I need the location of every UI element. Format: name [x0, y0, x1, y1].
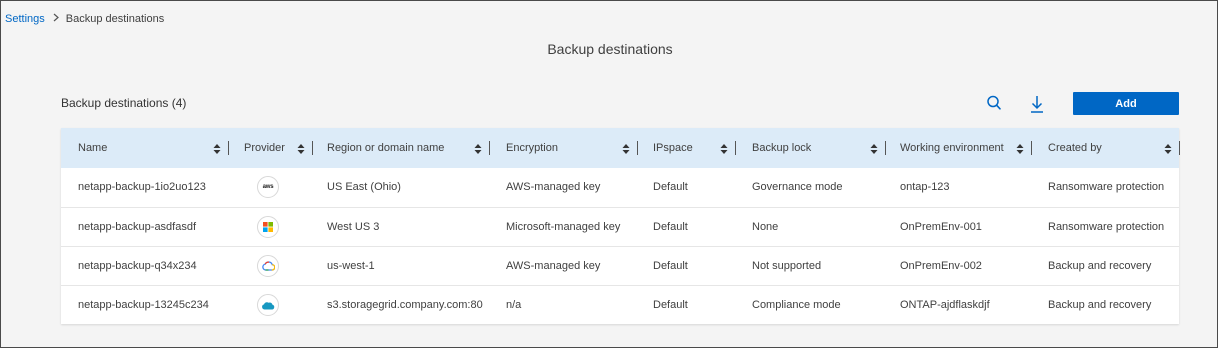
cell-ipspace: Default — [653, 299, 688, 311]
sort-icon[interactable] — [213, 142, 221, 154]
cell-encryption: Microsoft-managed key — [506, 221, 621, 233]
download-button[interactable] — [1027, 93, 1047, 115]
cell-region: US East (Ohio) — [327, 181, 401, 193]
column-header-working-environment[interactable]: Working environment — [900, 128, 1004, 168]
cell-name: netapp-backup-13245c234 — [78, 299, 209, 311]
cell-created-by: Backup and recovery — [1048, 299, 1152, 311]
table-row[interactable]: netapp-backup-13245c234 s3.storagegrid.co… — [61, 285, 1179, 324]
table-title: Backup destinations (4) — [61, 96, 187, 110]
cell-name: netapp-backup-1io2uo123 — [78, 181, 206, 193]
cell-encryption: AWS-managed key — [506, 181, 601, 193]
column-resize-handle[interactable] — [312, 141, 313, 155]
cell-region: s3.storagegrid.company.com:80 — [327, 299, 483, 311]
sort-icon[interactable] — [474, 142, 482, 154]
column-header-encryption[interactable]: Encryption — [506, 128, 558, 168]
cell-backup-lock: Not supported — [752, 260, 822, 272]
breadcrumb-current: Backup destinations — [65, 13, 165, 25]
page-title: Backup destinations — [547, 41, 673, 57]
column-header-label: Name — [78, 142, 108, 154]
cell-backup-lock: Compliance mode — [752, 299, 841, 311]
column-header-provider[interactable]: Provider — [244, 128, 285, 168]
table-body: netapp-backup-1io2uo123 aws US East (Ohio)… — [61, 168, 1179, 324]
sort-icon[interactable] — [1164, 142, 1172, 154]
search-button[interactable] — [984, 93, 1004, 113]
cell-created-by: Ransomware protection — [1048, 181, 1165, 193]
sort-icon[interactable] — [622, 142, 630, 154]
sort-icon[interactable] — [297, 142, 305, 154]
cell-ipspace: Default — [653, 260, 688, 272]
chevron-right-icon — [53, 13, 59, 25]
table-row[interactable]: netapp-backup-q34x234 us-west-1 AWS-manage… — [61, 246, 1179, 285]
column-header-ipspace[interactable]: IPspace — [653, 128, 693, 168]
cell-provider — [257, 208, 279, 246]
column-header-created-by[interactable]: Created by — [1048, 128, 1102, 168]
microsoft-logo-icon — [257, 216, 279, 238]
table-row[interactable]: netapp-backup-1io2uo123 aws US East (Ohio)… — [61, 168, 1179, 207]
column-header-label: Backup lock — [752, 142, 812, 154]
storagegrid-cloud-icon — [257, 294, 279, 316]
column-header-label: Encryption — [506, 142, 558, 154]
column-header-label: Provider — [244, 142, 285, 154]
cell-working-environment: OnPremEnv-002 — [900, 260, 982, 272]
cell-working-environment: ontap-123 — [900, 181, 950, 193]
cell-created-by: Ransomware protection — [1048, 221, 1165, 233]
cell-backup-lock: Governance mode — [752, 181, 843, 193]
google-cloud-logo-icon — [257, 255, 279, 277]
column-header-label: Created by — [1048, 142, 1102, 154]
cell-name: netapp-backup-q34x234 — [78, 260, 197, 272]
cell-working-environment: OnPremEnv-001 — [900, 221, 982, 233]
cell-created-by: Backup and recovery — [1048, 260, 1152, 272]
column-header-label: IPspace — [653, 142, 693, 154]
backup-destinations-table: Name Provider Region or domain name Encrypt… — [61, 128, 1180, 324]
cell-ipspace: Default — [653, 221, 688, 233]
cell-provider — [257, 247, 279, 285]
cell-encryption: n/a — [506, 299, 522, 311]
column-header-name[interactable]: Name — [78, 128, 107, 168]
aws-logo-icon: aws — [257, 176, 279, 198]
cell-name: netapp-backup-asdfasdf — [78, 221, 197, 233]
cell-ipspace: Default — [653, 181, 688, 193]
column-resize-handle[interactable] — [489, 141, 490, 155]
column-resize-handle[interactable] — [637, 141, 638, 155]
search-icon — [987, 95, 1001, 110]
sort-icon[interactable] — [1016, 142, 1024, 154]
table-header: Name Provider Region or domain name Encrypt… — [61, 128, 1180, 168]
cell-region: us-west-1 — [327, 260, 375, 272]
column-header-region[interactable]: Region or domain name — [327, 128, 444, 168]
cell-region: West US 3 — [327, 221, 380, 233]
aws-logo-text: aws — [262, 184, 274, 190]
column-header-backup-lock[interactable]: Backup lock — [752, 128, 811, 168]
column-header-label: Region or domain name — [327, 142, 445, 154]
table-row[interactable]: netapp-backup-asdfasdf West US 3 Microsoft… — [61, 207, 1179, 246]
sort-icon[interactable] — [870, 142, 878, 154]
cell-provider: aws — [257, 168, 279, 206]
cell-working-environment: ONTAP-ajdflaskdjf — [900, 299, 990, 311]
add-button[interactable]: Add — [1073, 92, 1179, 115]
cell-provider — [257, 286, 279, 324]
cell-encryption: AWS-managed key — [506, 260, 601, 272]
column-resize-handle[interactable] — [885, 141, 886, 155]
column-resize-handle[interactable] — [1031, 141, 1032, 155]
column-resize-handle[interactable] — [228, 141, 229, 155]
cell-backup-lock: None — [752, 221, 779, 233]
breadcrumb-settings-link[interactable]: Settings — [5, 13, 45, 25]
column-header-label: Working environment — [900, 142, 1004, 154]
column-resize-handle[interactable] — [735, 141, 736, 155]
breadcrumb: Settings Backup destinations — [5, 13, 164, 25]
sort-icon[interactable] — [720, 142, 728, 154]
download-icon — [1031, 96, 1043, 113]
column-resize-handle[interactable] — [1179, 141, 1180, 155]
